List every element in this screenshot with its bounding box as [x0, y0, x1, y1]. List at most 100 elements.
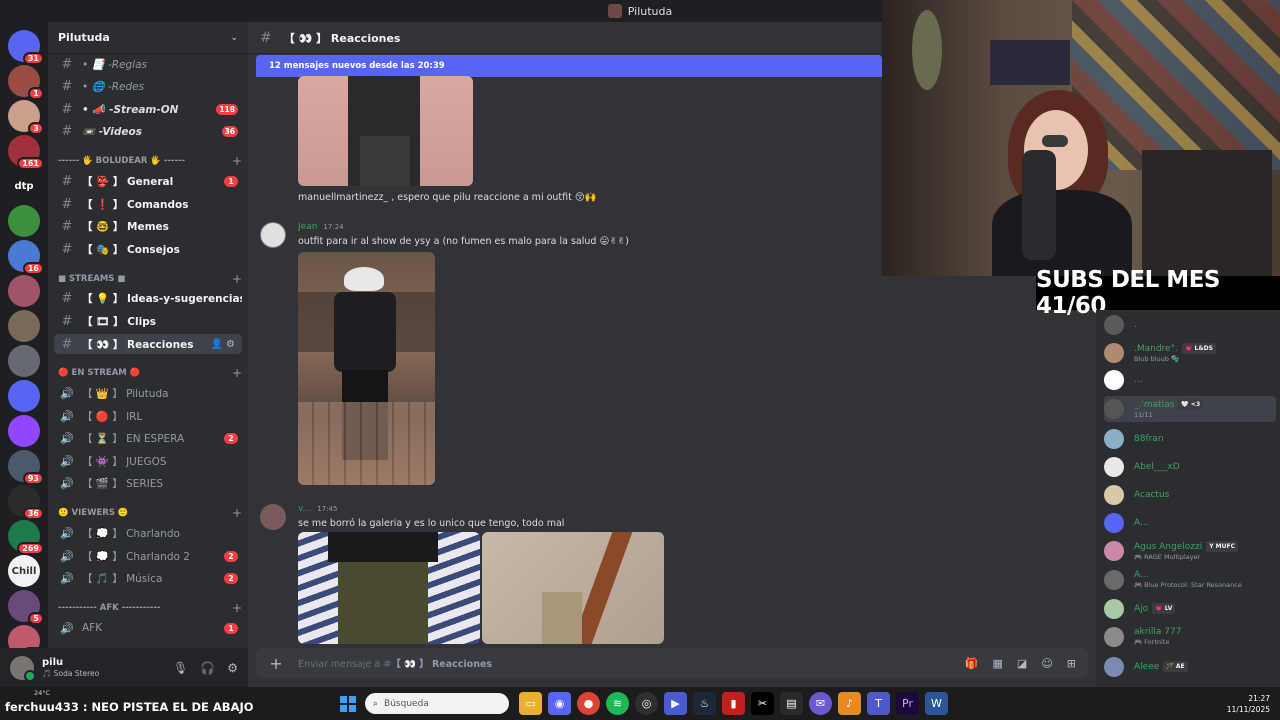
text-channel[interactable]: # • 🌐 -Redes: [54, 76, 242, 96]
member-item[interactable]: Ajo 💗 LV: [1104, 596, 1276, 622]
voice-channel[interactable]: 🔊 【 👾 】 JUEGOS: [54, 451, 242, 471]
add-channel-icon[interactable]: +: [232, 506, 242, 520]
server-icon[interactable]: 1: [8, 65, 44, 100]
voice-channel[interactable]: 🔊 【 🎵 】 Música 2: [54, 568, 242, 588]
voice-channel[interactable]: 🔊 【 ⏳ 】 EN ESPERA 2: [54, 428, 242, 448]
microphone-icon[interactable]: 🎙: [173, 661, 188, 675]
voice-channel[interactable]: 🔊 【 💭 】 Charlando 2 2: [54, 546, 242, 566]
text-channel[interactable]: # • 📣 -Stream-ON 118: [54, 99, 242, 119]
server-icon[interactable]: Chill: [8, 555, 40, 587]
system-clock[interactable]: 21:27 11/11/2025: [1227, 693, 1270, 715]
member-item[interactable]: Aleee 🪄 AE: [1104, 654, 1276, 680]
chevron-down-icon[interactable]: ⌄: [230, 33, 238, 43]
add-channel-icon[interactable]: +: [232, 601, 242, 615]
message-author[interactable]: v... 17:45: [298, 504, 337, 514]
headphones-icon[interactable]: 🎧: [200, 661, 215, 675]
server-icon[interactable]: [8, 310, 40, 342]
text-channel[interactable]: # 【 🎭 】 Consejos: [54, 239, 242, 259]
server-icon[interactable]: 5: [8, 590, 44, 625]
member-item[interactable]: 88fran: [1104, 426, 1276, 452]
steam-icon[interactable]: ♨: [693, 692, 716, 715]
server-icon[interactable]: [8, 345, 40, 377]
channel-category[interactable]: ----------- AFK ----------- +: [58, 601, 242, 615]
message-image[interactable]: [298, 532, 480, 644]
app-red-icon[interactable]: ▮: [722, 692, 745, 715]
new-messages-bar[interactable]: 12 mensajes nuevos desde las 20:39: [256, 55, 882, 77]
messenger-icon[interactable]: ✉: [809, 692, 832, 715]
member-item[interactable]: ...: [1104, 367, 1276, 393]
windows-start-icon[interactable]: [336, 692, 359, 715]
server-icon[interactable]: 3: [8, 100, 44, 135]
author-name[interactable]: Jean: [298, 222, 317, 232]
message-image[interactable]: [298, 252, 435, 485]
premiere-icon[interactable]: Pr: [896, 692, 919, 715]
server-icon[interactable]: 269: [8, 520, 44, 555]
avatar[interactable]: [260, 222, 286, 248]
server-icon[interactable]: 161: [8, 135, 44, 170]
discord-icon[interactable]: ◉: [548, 692, 571, 715]
gif-icon[interactable]: ▦: [993, 657, 1003, 670]
server-icon[interactable]: [8, 205, 40, 237]
voice-channel[interactable]: 🔊 【 👑 】 Pilutuda: [54, 383, 242, 403]
member-item[interactable]: Agus Angelozzi Y MUFC 🎮 RAGE Multiplayer: [1104, 538, 1276, 564]
capcut-icon[interactable]: ✂: [751, 692, 774, 715]
text-channel[interactable]: # 【 👺 】 General 1: [54, 171, 242, 191]
channel-category[interactable]: ■ STREAMS ■ +: [58, 272, 242, 286]
message-composer[interactable]: + Enviar mensaje a #【 👀 】 Reacciones 🎁 ▦…: [256, 648, 1088, 678]
member-item[interactable]: A...: [1104, 510, 1276, 536]
member-item[interactable]: Acactus: [1104, 482, 1276, 508]
message-author[interactable]: Jean 17:24: [298, 222, 344, 232]
channel-category[interactable]: 🔴 EN STREAM 🔴 +: [58, 366, 242, 380]
sticker-icon[interactable]: ◪: [1017, 657, 1027, 670]
channel-category[interactable]: 🙂 VIEWERS 🙂 +: [58, 506, 242, 520]
avatar[interactable]: [260, 504, 286, 530]
text-channel[interactable]: # 【 👀 】 Reacciones 👤⚙: [54, 334, 242, 354]
teams-icon[interactable]: T: [867, 692, 890, 715]
add-channel-icon[interactable]: +: [232, 366, 242, 380]
member-item[interactable]: .Mandre°. 💗 L&DS Blub bluub 🫧: [1104, 340, 1276, 366]
composer-placeholder[interactable]: Enviar mensaje a #【 👀 】 Reacciones: [298, 656, 492, 670]
media-player-icon[interactable]: ▶: [664, 692, 687, 715]
obs-icon[interactable]: ◎: [635, 692, 658, 715]
server-icon[interactable]: [8, 275, 40, 307]
text-channel[interactable]: # 【 🎞 】 Clips: [54, 311, 242, 331]
text-channel[interactable]: # 📼 -Videos 36: [54, 121, 242, 141]
server-icon[interactable]: 36: [8, 485, 44, 520]
apps-icon[interactable]: ⊞: [1067, 657, 1076, 670]
member-item[interactable]: Abel___xD: [1104, 454, 1276, 480]
text-channel[interactable]: # 【 💡 】 Ideas-y-sugerencias: [54, 288, 242, 308]
taskbar-search[interactable]: ⌕ Búsqueda: [365, 693, 509, 714]
avatar[interactable]: [10, 656, 36, 682]
server-icon[interactable]: [8, 380, 40, 412]
server-icon[interactable]: 16: [8, 240, 44, 275]
member-item[interactable]: akrilla 777 🎮 Fortnite: [1104, 624, 1276, 650]
server-icon[interactable]: dtp: [8, 170, 40, 202]
fl-studio-icon[interactable]: ♪: [838, 692, 861, 715]
server-icon[interactable]: 93: [8, 450, 44, 485]
server-icon[interactable]: 31: [8, 30, 44, 65]
text-channel[interactable]: # 【 ❗ 】 Comandos: [54, 194, 242, 214]
chrome-icon[interactable]: ●: [577, 692, 600, 715]
member-item[interactable]: _.'matias 🤍 <3 11/11: [1104, 396, 1276, 422]
spotify-icon[interactable]: ≋: [606, 692, 629, 715]
author-name[interactable]: v...: [298, 504, 311, 514]
voice-channel[interactable]: 🔊 AFK 1: [54, 618, 242, 638]
gift-icon[interactable]: 🎁: [965, 657, 979, 670]
add-channel-icon[interactable]: +: [232, 154, 242, 168]
text-channel[interactable]: # • 📑 -Reglas: [54, 54, 242, 74]
emoji-icon[interactable]: ☺: [1041, 657, 1052, 670]
add-attachment-icon[interactable]: +: [268, 654, 284, 673]
weather-widget[interactable]: 24°C: [34, 689, 50, 697]
word-icon[interactable]: W: [925, 692, 948, 715]
guild-header[interactable]: Pilutuda ⌄: [48, 22, 248, 54]
text-channel[interactable]: # 【 🤓 】 Memes: [54, 216, 242, 236]
member-item[interactable]: A... 🎮 Blue Protocol: Star Resonance: [1104, 567, 1276, 593]
server-icon[interactable]: [8, 415, 40, 447]
add-channel-icon[interactable]: +: [232, 272, 242, 286]
channel-settings-icon[interactable]: 👤⚙: [211, 339, 238, 350]
voice-channel[interactable]: 🔊 【 🔴 】 IRL: [54, 406, 242, 426]
member-item[interactable]: .: [1104, 312, 1276, 338]
message-image[interactable]: [482, 532, 664, 644]
message-image[interactable]: [298, 76, 473, 186]
voice-channel[interactable]: 🔊 【 💭 】 Charlando: [54, 523, 242, 543]
